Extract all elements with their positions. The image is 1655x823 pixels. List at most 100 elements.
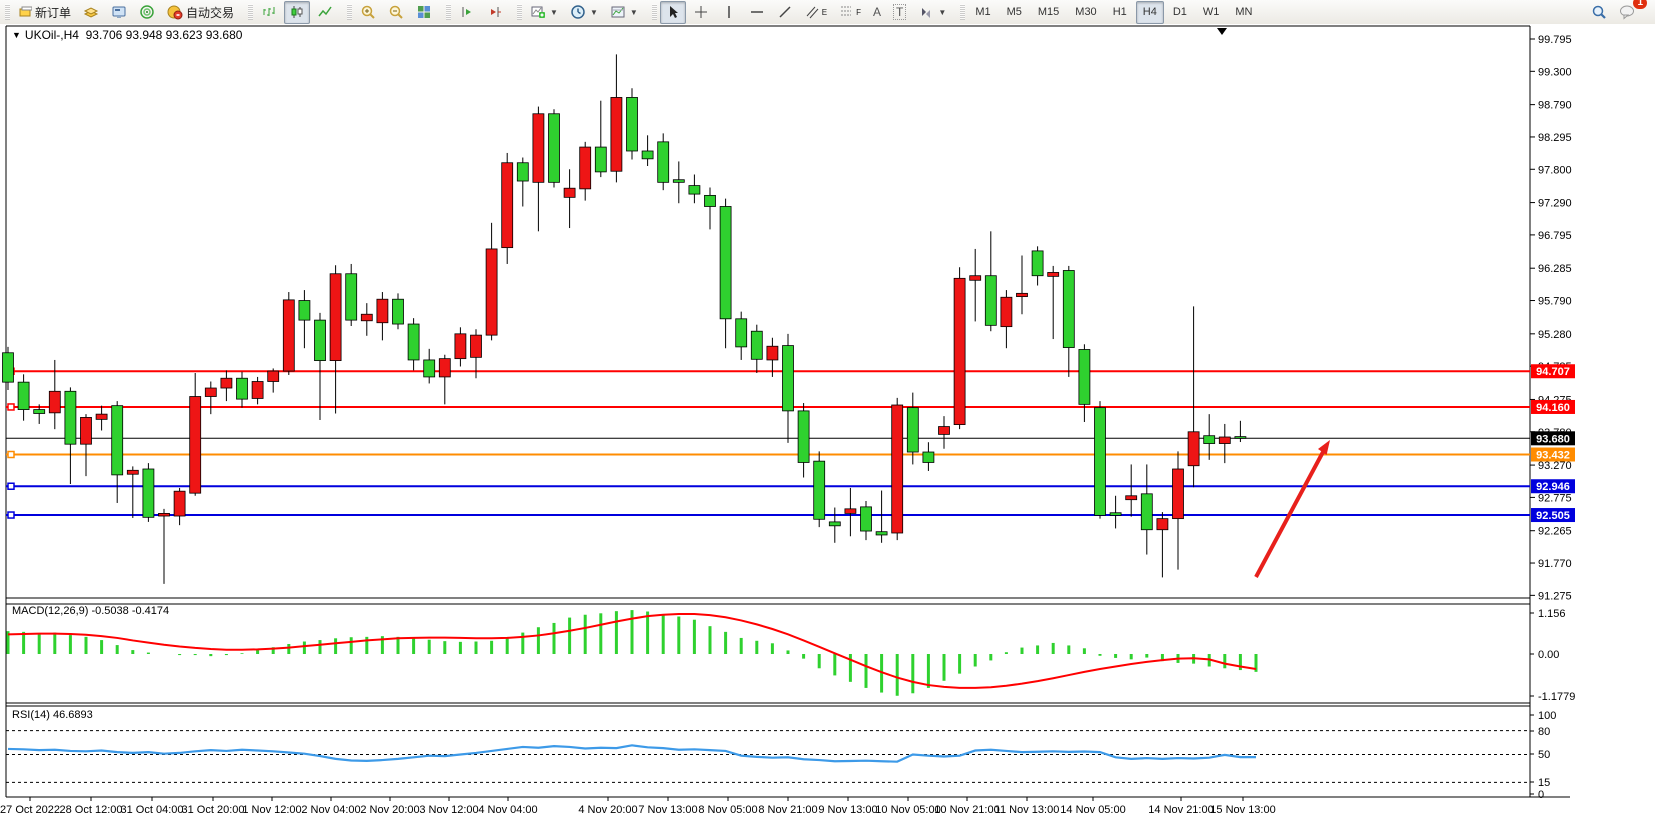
objects-group: E F A T ▼ [647, 0, 956, 24]
line-anchor-handle[interactable] [8, 452, 14, 458]
candle-body [65, 391, 76, 444]
toolbar-drag-handle[interactable] [652, 4, 657, 20]
date-tick-label: 27 Oct 2022 [0, 804, 60, 816]
fibo-letter: F [856, 8, 861, 17]
tile-windows-button[interactable] [411, 1, 437, 24]
cursor-button[interactable] [660, 1, 686, 24]
tf-m1-button[interactable]: M1 [968, 1, 997, 24]
date-tick-label: 7 Nov 13:00 [638, 804, 697, 816]
add-indicator-button[interactable]: ▼ [525, 1, 563, 24]
line-chart-button[interactable] [312, 1, 338, 24]
candle-body [736, 319, 747, 347]
tf-mn-button[interactable]: MN [1228, 1, 1259, 24]
candle-body [502, 163, 513, 248]
trendline-button[interactable] [772, 1, 798, 24]
tf-h1-button[interactable]: H1 [1106, 1, 1134, 24]
tf-w1-button[interactable]: W1 [1196, 1, 1227, 24]
text-button[interactable]: A [868, 1, 886, 24]
toolbar-drag-handle[interactable] [248, 4, 253, 20]
line-anchor-handle[interactable] [8, 404, 14, 410]
candle-body [81, 417, 92, 444]
candle-body [845, 509, 856, 514]
candle-body [127, 470, 138, 474]
date-tick-label: 8 Nov 05:00 [698, 804, 757, 816]
candle-body [18, 382, 29, 409]
zoom-out-button[interactable] [383, 1, 409, 24]
timeframe-group: M1 M5 M15 M30 H1 H4 D1 W1 MN [955, 0, 1263, 24]
date-tick-label: 14 Nov 21:00 [1148, 804, 1213, 816]
candle-body [985, 276, 996, 326]
price-tick-label: 98.295 [1538, 132, 1572, 144]
date-tick-label: 15 Nov 13:00 [1210, 804, 1275, 816]
rsi-scale-label: 50 [1538, 749, 1550, 761]
channel-button[interactable]: E [800, 1, 832, 24]
ohlc-readout: 93.706 93.948 93.623 93.680 [86, 28, 243, 42]
crosshair-button[interactable] [688, 1, 714, 24]
candle-body [1048, 272, 1059, 276]
tf-h4-button[interactable]: H4 [1136, 1, 1164, 24]
date-tick-label: 31 Oct 20:00 [182, 804, 245, 816]
channel-icon [805, 4, 819, 20]
candlestick-button[interactable] [284, 1, 310, 24]
tf-d1-button[interactable]: D1 [1166, 1, 1194, 24]
candle-body [455, 334, 466, 359]
chart-shift-button[interactable] [482, 1, 508, 24]
tf-m15-button[interactable]: M15 [1031, 1, 1066, 24]
candle-body [1235, 437, 1246, 439]
chart-canvas[interactable]: 99.79599.30098.79098.29597.80097.29096.7… [0, 24, 1655, 823]
candle-body [970, 276, 981, 281]
bar-chart-icon [261, 4, 277, 20]
date-tick-label: 11 Nov 13:00 [995, 804, 1060, 816]
label-button[interactable]: T [888, 1, 911, 24]
new-order-button[interactable]: 新订单 [13, 1, 76, 24]
hline-button[interactable] [744, 1, 770, 24]
price-line-chip-label: 93.432 [1536, 450, 1570, 462]
book-button[interactable] [78, 1, 104, 24]
vline-button[interactable] [716, 1, 742, 24]
candle-body [689, 186, 700, 194]
price-tick-label: 91.770 [1538, 558, 1572, 570]
rsi-scale-label: 0 [1538, 789, 1544, 801]
candle-body [1141, 494, 1152, 530]
toolbar-drag-handle[interactable] [517, 4, 522, 20]
chat-button[interactable]: 1 [1614, 1, 1641, 24]
collapse-triangle-icon[interactable]: ▼ [12, 30, 21, 40]
terminal-button[interactable] [106, 1, 132, 24]
candle-body [1017, 293, 1028, 296]
toolbar-drag-handle[interactable] [960, 4, 965, 20]
date-tick-label: 1 Nov 12:00 [242, 804, 301, 816]
toolbar-drag-handle[interactable] [5, 4, 10, 20]
date-tick-label: 4 Nov 04:00 [478, 804, 537, 816]
shapes-button[interactable]: ▼ [913, 1, 951, 24]
crosshair-icon [693, 4, 709, 20]
zoom-in-button[interactable] [355, 1, 381, 24]
tf-m30-button[interactable]: M30 [1068, 1, 1103, 24]
autoscroll-button[interactable] [454, 1, 480, 24]
trendline-icon [777, 4, 793, 20]
period-button[interactable]: ▼ [565, 1, 603, 24]
toolbar-drag-handle[interactable] [347, 4, 352, 20]
candle-body [159, 513, 170, 516]
fibonacci-icon [839, 4, 853, 20]
auto-trading-button[interactable]: 自动交易 [162, 1, 239, 24]
template-button[interactable]: ▼ [605, 1, 643, 24]
tf-m5-button[interactable]: M5 [1000, 1, 1029, 24]
search-button[interactable] [1586, 1, 1612, 24]
autotrade-icon [167, 4, 183, 20]
date-tick-label: 2 Nov 04:00 [301, 804, 360, 816]
candle-body [549, 114, 560, 183]
fibonacci-button[interactable]: F [834, 1, 866, 24]
price-line-chip-label: 94.160 [1536, 402, 1570, 414]
candle-body [1079, 350, 1090, 405]
line-anchor-handle[interactable] [8, 483, 14, 489]
zoom-in-icon [360, 4, 376, 20]
signal-button[interactable] [134, 1, 160, 24]
candle-body [1219, 437, 1230, 444]
template-icon [610, 4, 626, 20]
bar-chart-button[interactable] [256, 1, 282, 24]
candle-body [1204, 436, 1215, 444]
price-tick-label: 92.265 [1538, 526, 1572, 538]
line-anchor-handle[interactable] [8, 512, 14, 518]
toolbar-drag-handle[interactable] [446, 4, 451, 20]
date-tick-label: 4 Nov 20:00 [578, 804, 637, 816]
